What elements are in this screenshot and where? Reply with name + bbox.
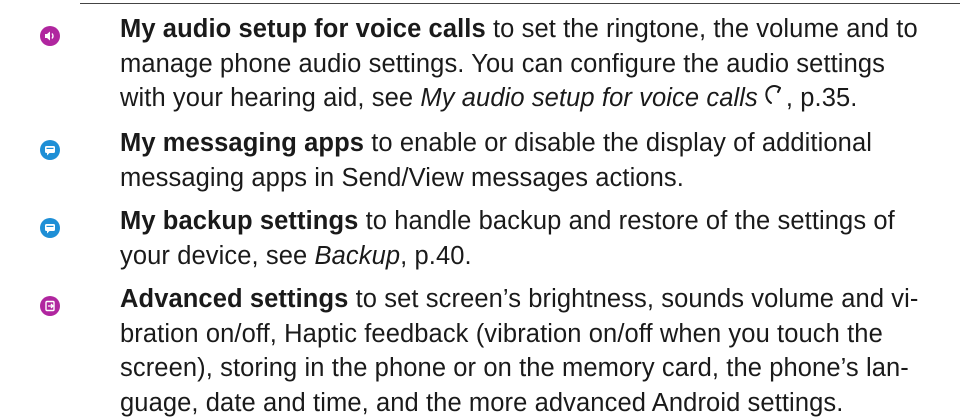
audio-setup-description: My audio setup for voice calls to set th… [120, 12, 956, 116]
term-messaging-apps: My messaging apps [120, 129, 365, 157]
cycle-icon [763, 83, 785, 109]
advanced-line-1: to set screen’s brightness, sounds volum… [348, 285, 919, 313]
advanced-line-4: guage, date and time, and the more advan… [120, 388, 844, 417]
backup-settings-description: My backup settings to handle backup and … [120, 204, 956, 273]
term-advanced-settings: Advanced settings [120, 285, 349, 313]
messaging-line-2: messaging apps in Send/View messages act… [120, 163, 684, 192]
audio-line-2: manage phone audio settings. You can con… [120, 49, 885, 78]
term-audio-setup: My audio setup for voice calls [120, 15, 486, 43]
audio-line-3-prefix: with your hearing aid, see [120, 84, 421, 112]
backup-line-2-prefix: your device, see [120, 241, 315, 270]
audio-line-1: to set the ringtone, the volume and to [485, 15, 918, 43]
backup-line-2-suffix: , p.40. [400, 241, 472, 270]
top-divider [80, 3, 960, 4]
audio-setup-link[interactable]: My audio setup for voice calls [420, 84, 758, 112]
backup-line-1: to handle backup and restore of the sett… [358, 207, 895, 235]
term-backup-settings: My backup settings [120, 207, 359, 235]
speaker-icon [40, 26, 60, 46]
settings-exit-icon [40, 296, 60, 316]
messaging-apps-description: My messaging apps to enable or disable t… [120, 126, 956, 195]
chat-bubble-icon [40, 218, 60, 238]
backup-link[interactable]: Backup [314, 242, 400, 270]
chat-bubble-icon [40, 140, 60, 160]
messaging-line-1: to enable or disable the display of addi… [364, 129, 872, 157]
advanced-line-3: screen), storing in the phone or on the … [120, 354, 909, 382]
audio-line-3-suffix: , p.35. [785, 84, 858, 112]
advanced-settings-description: Advanced settings to set screen’s bright… [120, 282, 956, 420]
advanced-line-2: bration on/off, Haptic feedback (vibrati… [120, 319, 883, 348]
